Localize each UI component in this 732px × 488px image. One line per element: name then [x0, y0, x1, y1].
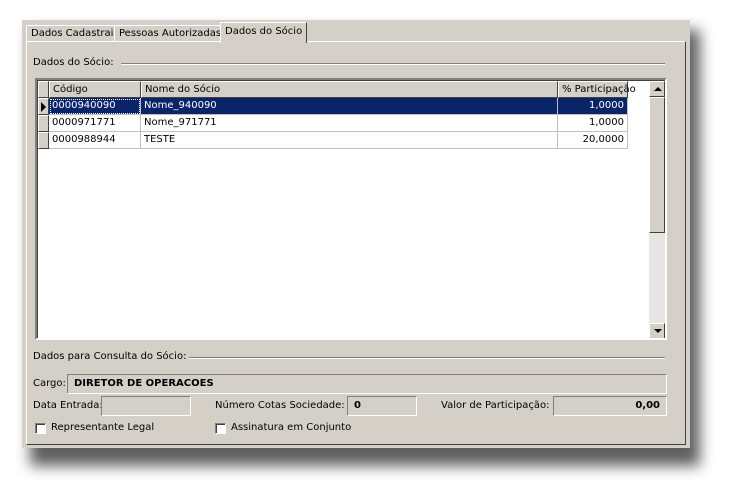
- socio-group-title: Dados do Sócio:: [33, 57, 114, 68]
- tab-label: Pessoas Autorizadas: [119, 28, 222, 39]
- tab-page-dados-do-socio: Dados do Sócio: Código Nome do Sócio % P…: [26, 41, 686, 445]
- socios-grid[interactable]: Código Nome do Sócio % Participação 0000…: [35, 78, 667, 340]
- cell-nome[interactable]: Nome_971771: [141, 115, 558, 132]
- row-indicator: [38, 98, 49, 115]
- consulta-group-divider: [189, 357, 665, 359]
- column-header-nome[interactable]: Nome do Sócio: [141, 81, 558, 98]
- scroll-thumb[interactable]: [649, 97, 665, 233]
- cell-codigo[interactable]: 0000988944: [49, 132, 141, 149]
- data-entrada-field[interactable]: [101, 396, 191, 416]
- cargo-label: Cargo:: [33, 378, 66, 389]
- tab-label: Dados do Sócio: [225, 26, 303, 37]
- current-row-arrow-icon: [41, 102, 46, 112]
- valor-participacao-label: Valor de Participação:: [441, 400, 550, 411]
- cell-participacao[interactable]: 1,0000: [558, 115, 628, 132]
- scroll-down-button[interactable]: [649, 323, 665, 338]
- cell-participacao[interactable]: 1,0000: [558, 98, 628, 115]
- checkbox-box[interactable]: [215, 423, 226, 434]
- data-entrada-label: Data Entrada:: [33, 400, 103, 411]
- num-cotas-field[interactable]: 0: [347, 396, 417, 416]
- cell-codigo[interactable]: 0000940090: [49, 98, 141, 115]
- checkbox-box[interactable]: [35, 423, 46, 434]
- socios-grid-body: Código Nome do Sócio % Participação 0000…: [37, 80, 665, 338]
- header-indicator-cell: [38, 81, 49, 98]
- row-indicator: [38, 115, 49, 132]
- cell-participacao[interactable]: 20,0000: [558, 132, 628, 149]
- scroll-up-button[interactable]: [649, 81, 665, 97]
- tab-label: Dados Cadastrais: [31, 28, 119, 39]
- num-cotas-label: Número Cotas Sociedade:: [215, 400, 345, 411]
- representante-legal-label[interactable]: Representante Legal: [51, 422, 154, 433]
- socio-group-divider: [121, 63, 665, 65]
- tab-pessoas-autorizadas[interactable]: Pessoas Autorizadas: [114, 25, 227, 42]
- grid-vertical-scrollbar[interactable]: [649, 81, 665, 338]
- cargo-field[interactable]: DIRETOR DE OPERACOES: [67, 374, 667, 394]
- cell-nome[interactable]: Nome_940090: [141, 98, 558, 115]
- tab-dados-do-socio[interactable]: Dados do Sócio: [220, 22, 308, 43]
- consulta-group-title: Dados para Consulta do Sócio:: [33, 351, 187, 362]
- row-indicator: [38, 132, 49, 149]
- arrow-down-icon: [654, 329, 662, 333]
- tab-dados-cadastrais[interactable]: Dados Cadastrais: [26, 25, 124, 42]
- arrow-up-icon: [654, 87, 662, 91]
- column-header-participacao[interactable]: % Participação: [558, 81, 636, 98]
- socio-window: Dados Cadastrais Pessoas Autorizadas Dad…: [22, 20, 690, 448]
- column-header-codigo[interactable]: Código: [49, 81, 141, 98]
- assinatura-conjunto-label[interactable]: Assinatura em Conjunto: [231, 422, 351, 433]
- cell-nome[interactable]: TESTE: [141, 132, 558, 149]
- cell-codigo[interactable]: 0000971771: [49, 115, 141, 132]
- valor-participacao-field[interactable]: 0,00: [553, 396, 667, 416]
